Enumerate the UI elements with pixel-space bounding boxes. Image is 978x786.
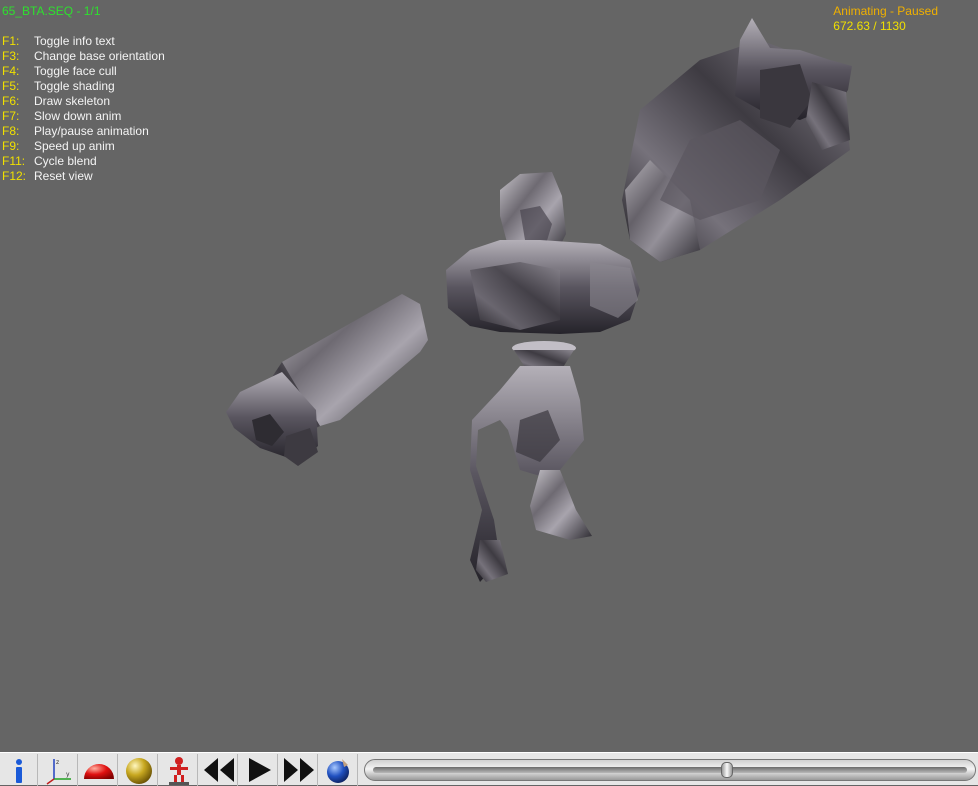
help-desc: Draw skeleton <box>34 94 111 108</box>
animation-status: Animating - Paused 672.63 / 1130 <box>833 4 938 34</box>
3d-viewport[interactable]: 65_BTA.SEQ - 1/1 F1: Toggle info text F3:… <box>0 0 978 752</box>
frame-counter: 672.63 / 1130 <box>833 19 906 33</box>
help-row: F3: Change base orientation <box>2 49 165 64</box>
play-icon <box>248 758 271 782</box>
help-row: F8: Play/pause animation <box>2 124 165 139</box>
sequence-title: 65_BTA.SEQ - 1/1 <box>2 4 101 18</box>
timeline-thumb[interactable] <box>720 762 733 778</box>
fast-forward-button[interactable] <box>280 754 318 786</box>
red-dome-icon <box>83 764 114 779</box>
help-row: F6: Draw skeleton <box>2 94 165 109</box>
help-desc: Reset view <box>34 169 93 183</box>
help-row: F4: Toggle face cull <box>2 64 165 79</box>
help-key: F1: <box>2 34 20 48</box>
globe-icon <box>326 759 349 783</box>
help-key: F4: <box>2 64 20 78</box>
animation-state: Animating - Paused <box>833 4 938 18</box>
info-icon <box>15 759 22 783</box>
play-button[interactable] <box>240 754 278 786</box>
help-desc: Change base orientation <box>34 49 165 63</box>
axes-button[interactable]: z y <box>40 754 78 786</box>
svg-text:z: z <box>56 759 59 766</box>
rewind-button[interactable] <box>200 754 238 786</box>
help-key: F7: <box>2 109 20 123</box>
keyboard-help-list: F1: Toggle info text F3: Change base orien… <box>2 34 165 184</box>
skeleton-button[interactable] <box>160 754 198 786</box>
help-desc: Slow down anim <box>34 109 122 123</box>
help-row: F9: Speed up anim <box>2 139 165 154</box>
help-key: F8: <box>2 124 20 138</box>
help-desc: Play/pause animation <box>34 124 149 138</box>
legs <box>470 366 592 582</box>
svg-text:y: y <box>66 771 70 778</box>
help-row: F1: Toggle info text <box>2 34 165 49</box>
rewind-icon <box>203 758 234 782</box>
axes-icon: z y <box>46 759 71 785</box>
help-row: F11: Cycle blend <box>2 154 165 169</box>
sphere-button[interactable] <box>120 754 158 786</box>
help-desc: Cycle blend <box>34 154 97 168</box>
timeline-slider[interactable] <box>364 759 976 781</box>
help-key: F12: <box>2 169 27 183</box>
help-desc: Toggle info text <box>34 34 115 48</box>
help-row: F7: Slow down anim <box>2 109 165 124</box>
help-desc: Speed up anim <box>34 139 115 153</box>
torso <box>446 240 640 334</box>
help-row: F5: Toggle shading <box>2 79 165 94</box>
skeleton-figure-icon <box>168 757 189 785</box>
help-key: F9: <box>2 139 20 153</box>
help-desc: Toggle face cull <box>34 64 117 78</box>
left-forearm <box>226 294 428 466</box>
help-desc: Toggle shading <box>34 79 115 93</box>
dome-button[interactable] <box>80 754 118 786</box>
help-key: F3: <box>2 49 20 63</box>
info-button[interactable] <box>0 754 38 786</box>
globe-button[interactable] <box>320 754 358 786</box>
right-fist <box>622 18 852 262</box>
fast-forward-icon <box>283 758 314 782</box>
shaded-sphere-icon <box>125 758 152 784</box>
help-key: F6: <box>2 94 20 108</box>
help-key: F5: <box>2 79 20 93</box>
help-key: F11: <box>2 154 26 168</box>
help-row: F12: Reset view <box>2 169 165 184</box>
timeline-groove <box>373 767 967 773</box>
